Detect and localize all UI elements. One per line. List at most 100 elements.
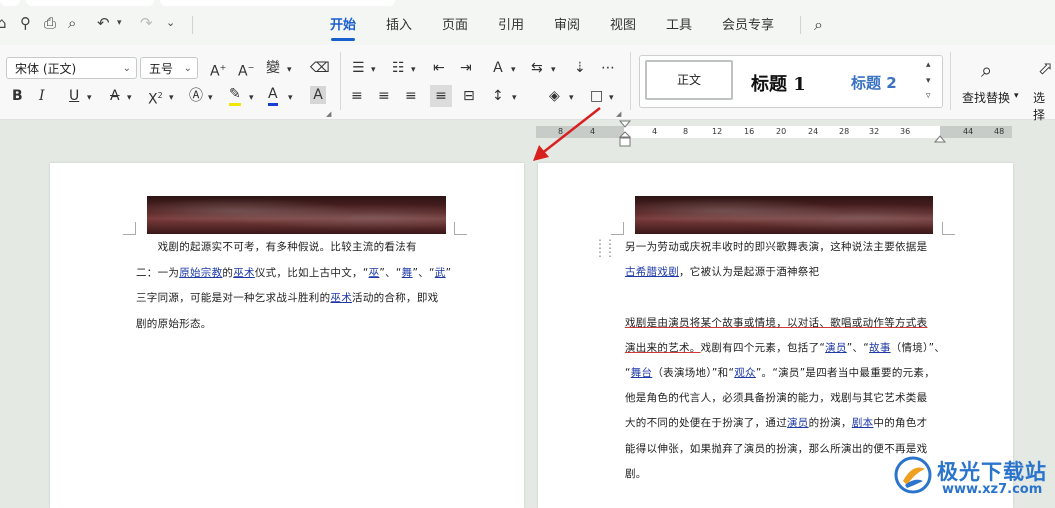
style-heading-1[interactable]: 标题 1 (751, 70, 806, 96)
doc-tab-edge[interactable] (0, 0, 20, 6)
hyperlink[interactable]: 观众 (734, 367, 756, 379)
chevron-down-icon[interactable]: ▾ (208, 89, 213, 107)
font-name-select[interactable]: 宋体 (正文) ⌄ (6, 57, 137, 79)
distributed-align-icon[interactable]: ⊟ (463, 87, 475, 105)
hyperlink[interactable]: 剧本 (852, 417, 874, 429)
superscript-icon[interactable]: X2 (148, 87, 163, 109)
link-icon[interactable]: ⚲ (20, 14, 31, 32)
show-marks-icon[interactable]: ⋯ (601, 59, 615, 77)
text-run: 他是角色的代言人，必须具备扮演的能力，戏剧与其它艺术类最 (625, 392, 928, 405)
hyperlink[interactable]: 巫术 (233, 267, 255, 279)
chevron-down-icon[interactable]: ▾ (87, 89, 92, 107)
hyperlink[interactable]: 舞 (402, 267, 413, 279)
right-indent-marker[interactable] (933, 132, 947, 144)
italic-icon[interactable]: I (39, 87, 45, 105)
font-dialog-launcher-icon[interactable]: ◢ (326, 105, 331, 123)
text-direction-icon[interactable]: Ａ (491, 59, 505, 77)
hyperlink[interactable]: 原始宗教 (179, 267, 222, 279)
undo-dropdown-icon[interactable]: ▾ (117, 14, 122, 32)
char-shading-icon[interactable]: A (310, 86, 326, 104)
search-icon[interactable]: ⌕ (814, 16, 823, 34)
tab-references[interactable]: 引用 (498, 18, 524, 34)
hyperlink[interactable]: 演员 (825, 342, 847, 354)
shading-icon[interactable]: ◈ (549, 87, 560, 105)
align-right-icon[interactable]: ≡ (405, 87, 417, 105)
chevron-down-icon[interactable]: ▾ (249, 89, 254, 107)
hyperlink[interactable]: 舞台 (631, 367, 653, 379)
chevron-down-icon[interactable]: ▾ (551, 61, 556, 79)
more-chevron-icon[interactable]: ⌄ (166, 14, 175, 32)
chevron-down-icon[interactable]: ▾ (371, 61, 376, 79)
chevron-down-icon[interactable]: ▾ (287, 61, 292, 79)
highlight-icon[interactable]: ✎ (229, 85, 241, 106)
line-spacing-icon[interactable]: ↕ (492, 87, 504, 105)
grow-font-icon[interactable]: A+ (210, 59, 226, 81)
hyperlink[interactable]: 巫 (369, 267, 380, 279)
chevron-down-icon[interactable]: ▾ (288, 89, 293, 107)
chevron-down-icon[interactable]: ▾ (609, 89, 614, 107)
align-left-icon[interactable]: ≡ (351, 87, 363, 105)
bold-icon[interactable]: B (12, 87, 23, 105)
hyperlink[interactable]: 故事 (869, 342, 891, 354)
find-replace-button[interactable]: 查找替换 (962, 89, 1010, 106)
chevron-down-icon[interactable]: ▾ (926, 76, 931, 86)
hyperlink[interactable]: 武 (435, 267, 446, 279)
expand-gallery-icon[interactable]: ▿ (926, 91, 931, 101)
chevron-down-icon[interactable]: ▾ (411, 61, 416, 79)
undo-icon[interactable]: ↶ (97, 14, 110, 32)
hyperlink[interactable]: 巫术 (330, 292, 352, 304)
underline-icon[interactable]: U (69, 87, 79, 105)
justify-icon[interactable]: ≡ (430, 85, 452, 107)
print-preview-icon[interactable]: ⌕ (68, 14, 76, 32)
bullets-icon[interactable]: ☰ (352, 59, 365, 77)
style-normal[interactable]: 正文 (645, 60, 733, 100)
indent-marker[interactable] (618, 120, 632, 152)
font-color-icon[interactable]: A (268, 85, 278, 106)
chevron-down-icon[interactable]: ▾ (169, 89, 174, 107)
drag-handle-icon[interactable]: ⋮⋮ ⋮⋮ (594, 238, 616, 258)
margin-mark (611, 222, 624, 235)
hyperlink[interactable]: 演员 (787, 417, 809, 429)
font-size-select[interactable]: 五号 ⌄ (140, 57, 198, 79)
tab-page[interactable]: 页面 (442, 18, 468, 34)
style-heading-2[interactable]: 标题 2 (851, 72, 897, 93)
decrease-indent-icon[interactable]: ⇤ (433, 59, 445, 77)
select-button[interactable]: 选择 (1033, 89, 1055, 123)
ruler-tick: 8 (683, 127, 689, 136)
search-icon[interactable]: ⌕ (981, 58, 992, 82)
line-sort-icon[interactable]: ⇆ (531, 59, 543, 77)
ruler-tick: 4 (652, 127, 658, 136)
align-center-icon[interactable]: ≡ (378, 87, 390, 105)
chevron-down-icon[interactable]: ▾ (512, 89, 517, 107)
tab-view[interactable]: 视图 (610, 18, 636, 34)
chevron-down-icon[interactable]: ▾ (127, 89, 132, 107)
increase-indent-icon[interactable]: ⇥ (460, 59, 472, 77)
numbering-icon[interactable]: ☷ (392, 59, 405, 77)
tab-home[interactable]: 开始 (330, 18, 356, 34)
tab-insert[interactable]: 插入 (386, 18, 412, 34)
cursor-icon[interactable]: ⬀ (1038, 58, 1053, 79)
text-effect-icon[interactable]: Ⓐ (189, 87, 203, 105)
chevron-down-icon: ⌄ (183, 63, 192, 74)
tab-review[interactable]: 审阅 (554, 18, 580, 34)
print-icon[interactable]: ⎙ (44, 14, 56, 32)
tab-tools[interactable]: 工具 (666, 18, 692, 34)
clear-format-icon[interactable]: ⌫ (310, 59, 330, 77)
shrink-font-icon[interactable]: A− (238, 59, 254, 81)
strikethrough-icon[interactable]: A (110, 87, 120, 105)
home-icon[interactable]: ⌂ (0, 14, 7, 32)
phonetic-guide-icon[interactable]: 變 (266, 59, 280, 77)
sort-icon[interactable]: ⇣ (574, 59, 586, 77)
redo-icon[interactable]: ↷ (140, 14, 153, 32)
doc-tab-active[interactable] (160, 0, 395, 6)
doc-tab[interactable] (26, 0, 154, 6)
chevron-down-icon[interactable]: ▾ (1014, 91, 1019, 101)
banner-image (635, 196, 933, 234)
hyperlink[interactable]: 古希腊戏剧 (625, 266, 679, 278)
borders-icon[interactable]: □ (590, 87, 603, 105)
tab-member[interactable]: 会员专享 (722, 18, 774, 34)
text-run: 的 (222, 266, 234, 279)
chevron-up-icon[interactable]: ▴ (926, 60, 931, 70)
chevron-down-icon[interactable]: ▾ (511, 61, 516, 79)
text-run: 中的角色才 (873, 417, 928, 430)
